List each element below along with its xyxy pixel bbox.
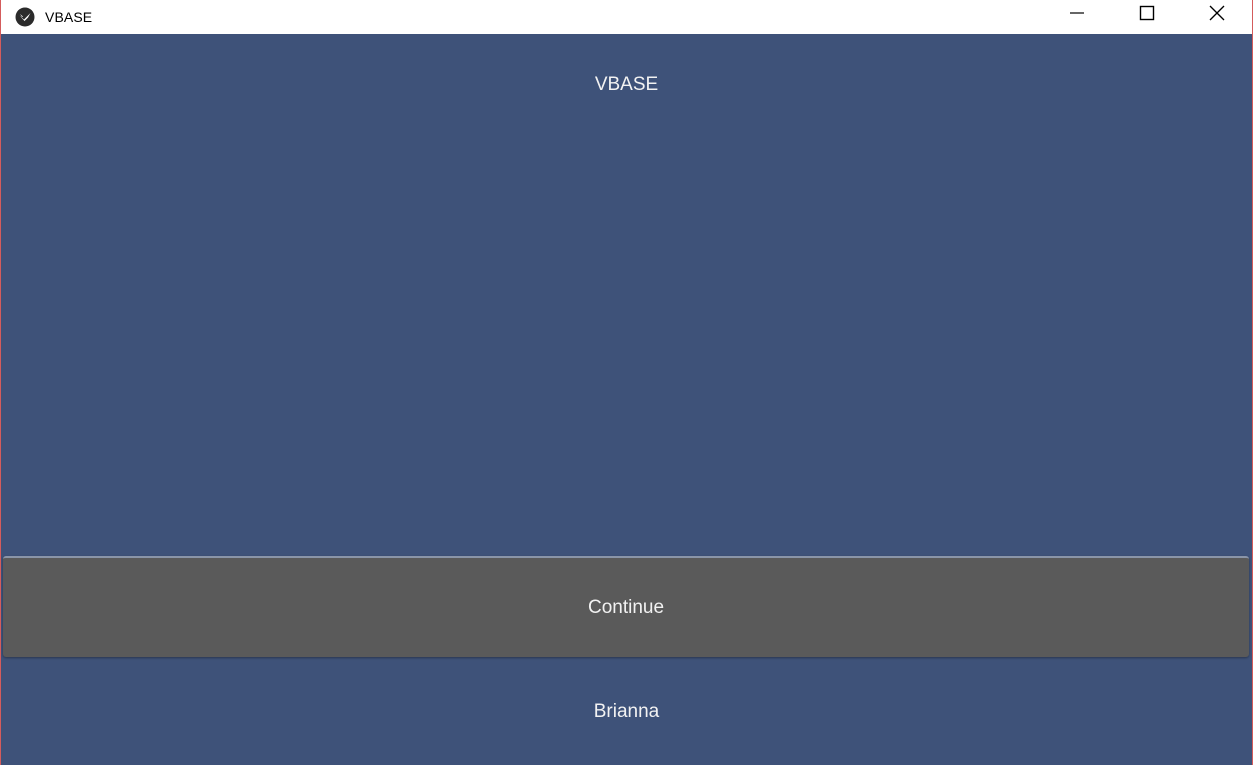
window-title: VBASE bbox=[45, 9, 93, 25]
title-bar[interactable]: VBASE bbox=[1, 0, 1252, 34]
continue-button[interactable]: Continue bbox=[3, 556, 1249, 657]
window-controls bbox=[1042, 0, 1252, 34]
close-button[interactable] bbox=[1182, 0, 1252, 30]
user-name-label: Brianna bbox=[593, 701, 660, 722]
main-content: VBASE Continue Brianna bbox=[1, 34, 1252, 765]
minimize-icon bbox=[1069, 5, 1085, 26]
maximize-button[interactable] bbox=[1112, 0, 1182, 30]
kivy-logo-icon bbox=[14, 6, 36, 28]
app-heading: VBASE bbox=[594, 74, 659, 95]
minimize-button[interactable] bbox=[1042, 0, 1112, 30]
close-icon bbox=[1209, 5, 1225, 26]
maximize-icon bbox=[1139, 5, 1155, 26]
app-window: VBASE VBASE Continue Brianna bbox=[0, 0, 1253, 765]
